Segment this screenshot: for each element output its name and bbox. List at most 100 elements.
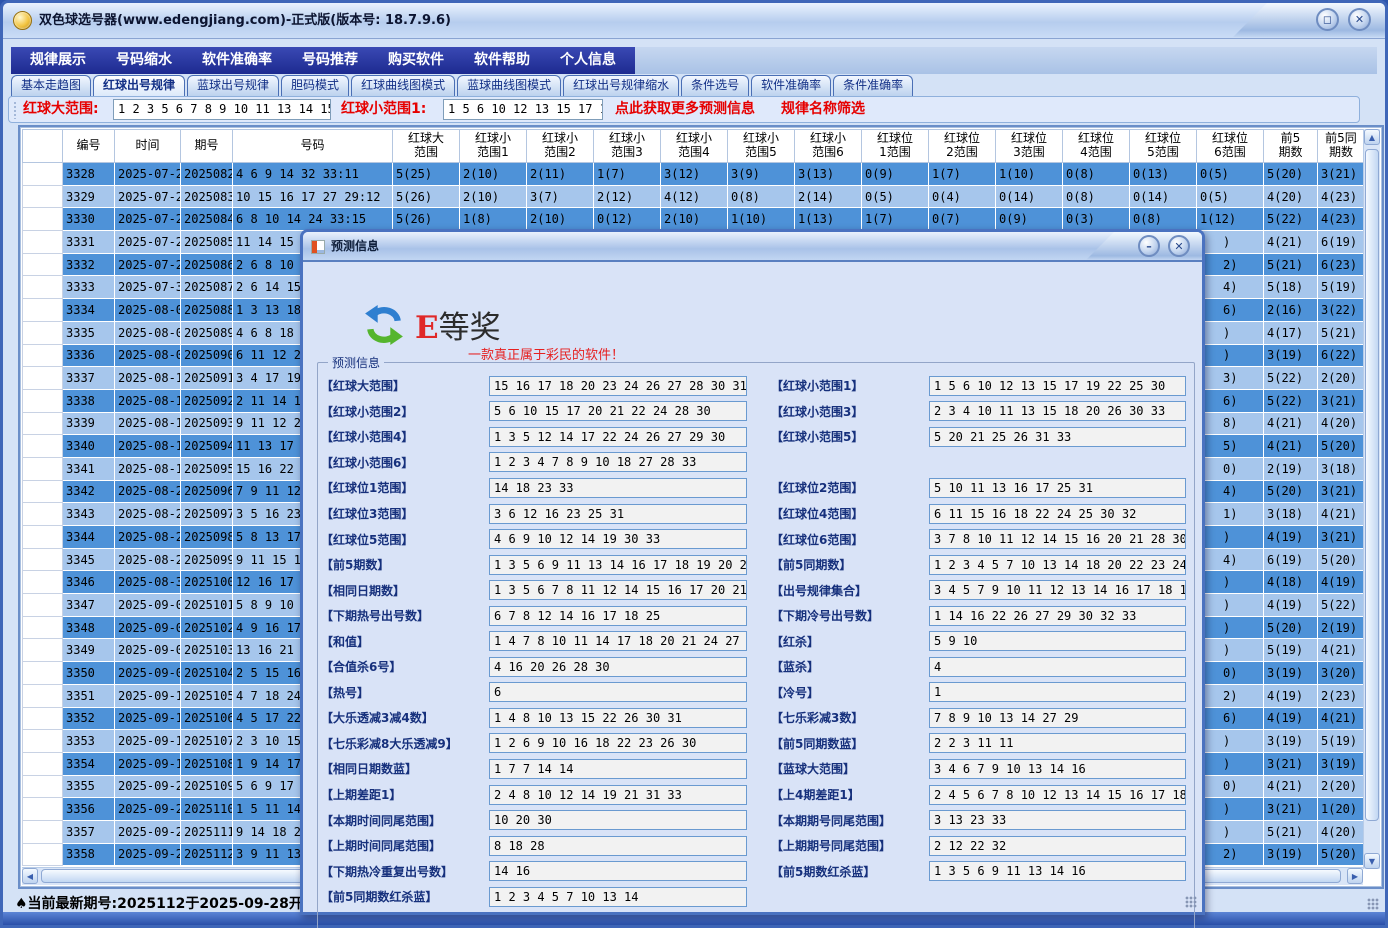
scroll-right-icon[interactable]: ▶ [1347,868,1363,884]
field-input-left[interactable]: 6 [489,682,747,702]
field-input-right[interactable]: 7 8 9 10 13 14 27 29 [929,708,1186,728]
menu-item-5[interactable]: 购买软件 [373,47,459,74]
field-input-right[interactable]: 5 20 21 25 26 31 33 [929,427,1186,447]
table-cell: 3(19) [1264,730,1318,753]
table-cell: 0(5) [862,185,929,208]
table-cell: 6(22) [1318,344,1365,367]
tab-7[interactable]: 红球出号规律缩水 [563,75,679,96]
field-row: 【上期时间同尾范围】8 18 28【上期期号同尾范围】2 12 22 32 [321,833,1191,859]
field-input-left[interactable]: 1 4 7 8 10 11 14 17 18 20 21 24 27 28 30… [489,631,747,651]
tab-2[interactable]: 红球出号规律 [93,75,185,96]
field-input-left[interactable]: 1 7 7 14 14 [489,759,747,779]
field-label-left: 【红球大范围】 [321,377,489,394]
table-cell: 5(26) [393,185,460,208]
field-input-right[interactable]: 3 4 5 7 9 10 11 12 13 14 16 17 18 19 20 … [929,580,1186,600]
toolbar-grip-icon[interactable] [13,101,17,119]
field-input-right[interactable]: 4 [929,657,1186,677]
field-input-left[interactable]: 2 4 8 10 12 14 19 21 31 33 [489,785,747,805]
field-input-right[interactable]: 5 9 10 [929,631,1186,651]
menu-item-6[interactable]: 软件帮助 [459,47,545,74]
maximize-button[interactable]: ◻ [1316,8,1339,31]
tab-8[interactable]: 条件选号 [681,75,749,96]
field-row: 【前5期数】1 3 5 6 9 11 13 14 16 17 18 19 20 … [321,552,1191,578]
tab-6[interactable]: 蓝球曲线图模式 [457,75,561,96]
field-input-left[interactable]: 1 4 8 10 13 15 22 26 30 31 [489,708,747,728]
table-cell: 1(7) [929,163,996,186]
row-selector-cell [23,367,63,390]
menu-item-1[interactable]: 规律展示 [15,47,101,74]
red-big-range-input[interactable]: 1 2 3 5 6 7 8 9 10 11 13 14 15 16 17 [113,99,331,120]
field-input-left[interactable]: 1 2 3 4 7 8 9 10 18 27 28 33 [489,452,747,472]
field-input-right[interactable]: 3 4 6 7 9 10 13 14 16 [929,759,1186,779]
scroll-left-icon[interactable]: ◀ [22,868,38,884]
field-input-right[interactable]: 1 2 3 4 5 7 10 13 14 18 20 22 23 24 25 2… [929,555,1186,575]
table-cell: 4(19) [1264,684,1318,707]
field-input-left[interactable]: 10 20 30 [489,810,747,830]
table-cell: 2025108 [181,752,233,775]
field-input-left[interactable]: 1 3 5 6 9 11 13 14 16 17 18 19 20 22 28 … [489,555,747,575]
field-input-right[interactable]: 1 14 16 22 26 27 29 30 32 33 [929,606,1186,626]
scroll-up-icon[interactable]: ▲ [1364,129,1380,145]
table-cell: 4(21) [1318,707,1365,730]
field-input-right[interactable]: 2 3 4 10 11 13 15 18 20 26 30 33 [929,401,1186,421]
menu-item-2[interactable]: 号码缩水 [101,47,187,74]
menu-item-4[interactable]: 号码推荐 [287,47,373,74]
dialog-resize-grip[interactable] [1185,896,1197,908]
vertical-scroll-thumb[interactable] [1365,149,1379,821]
tab-5[interactable]: 红球曲线图模式 [351,75,455,96]
menu-item-3[interactable]: 软件准确率 [187,47,287,74]
field-input-left[interactable]: 14 16 [489,861,747,881]
table-row[interactable]: 33282025-07-2020250824 6 9 14 32 33:115(… [23,163,1365,186]
field-input-left[interactable]: 15 16 17 18 20 23 24 26 27 28 30 31 32 3… [489,376,747,396]
field-input-left[interactable]: 5 6 10 15 17 20 21 22 24 28 30 [489,401,747,421]
field-input-left[interactable]: 4 16 20 26 28 30 [489,657,747,677]
tab-3[interactable]: 蓝球出号规律 [187,75,279,96]
field-input-right[interactable]: 3 7 8 10 11 12 14 15 16 20 21 28 30 [929,529,1186,549]
field-input-left[interactable]: 1 2 6 9 10 16 18 22 23 26 30 [489,733,747,753]
field-row: 【热号】6【冷号】1 [321,680,1191,706]
tab-1[interactable]: 基本走趋图 [11,75,91,96]
field-input-right[interactable]: 5 10 11 13 16 17 25 31 [929,478,1186,498]
field-input-right[interactable]: 2 12 22 32 [929,836,1186,856]
field-input-right[interactable]: 1 3 5 6 9 11 13 14 16 [929,861,1186,881]
field-input-left[interactable]: 1 3 5 12 14 17 22 24 26 27 29 30 [489,427,747,447]
vertical-scrollbar[interactable]: ▲ ▼ [1363,129,1380,869]
tab-10[interactable]: 条件准确率 [833,75,913,96]
row-selector-cell [23,684,63,707]
field-input-right[interactable]: 1 5 6 10 12 13 15 17 19 22 25 30 [929,376,1186,396]
field-row: 【大乐透减3减4数】1 4 8 10 13 15 22 26 30 31【七乐彩… [321,705,1191,731]
dialog-close-button[interactable]: ✕ [1168,235,1190,257]
column-header: 红球位 3范围 [996,130,1063,163]
red-small-range1-input[interactable]: 1 5 6 10 12 13 15 17 19 22 [443,99,603,120]
field-input-left[interactable]: 6 7 8 12 14 16 17 18 25 [489,606,747,626]
close-button[interactable]: ✕ [1348,8,1371,31]
table-cell: 3(18) [1318,457,1365,480]
dialog-minimize-button[interactable]: – [1138,235,1160,257]
table-row[interactable]: 33292025-07-22202508310 15 16 17 27 29:1… [23,185,1365,208]
menu-strip: 规律展示号码缩水软件准确率号码推荐购买软件软件帮助个人信息 [11,47,635,74]
field-input-right[interactable]: 2 2 3 11 11 [929,733,1186,753]
table-cell: 2025-08-05 [115,321,181,344]
scroll-down-icon[interactable]: ▼ [1364,853,1380,869]
field-input-left[interactable]: 14 18 23 33 [489,478,747,498]
field-input-left[interactable]: 3 6 12 16 23 25 31 [489,504,747,524]
field-input-right[interactable]: 6 11 15 16 18 22 24 25 30 32 [929,504,1186,524]
menu-item-7[interactable]: 个人信息 [545,47,631,74]
field-input-right[interactable]: 3 13 23 33 [929,810,1186,830]
table-cell: ) [1197,571,1264,594]
table-row[interactable]: 33302025-07-2420250846 8 10 14 24 33:155… [23,208,1365,231]
field-input-left[interactable]: 8 18 28 [489,836,747,856]
rule-name-filter-link[interactable]: 规律名称筛选 [781,97,865,122]
field-input-left[interactable]: 1 3 5 6 7 8 11 12 14 15 16 17 20 21 24 2… [489,580,747,600]
more-prediction-link[interactable]: 点此获取更多预测信息 [615,97,755,122]
tab-9[interactable]: 软件准确率 [751,75,831,96]
field-input-right[interactable]: 1 [929,682,1186,702]
table-cell: 4(19) [1264,707,1318,730]
field-label-left: 【红球位1范围】 [321,479,489,496]
field-input-left[interactable]: 1 2 3 4 5 7 10 13 14 [489,887,747,907]
field-input-right[interactable]: 2 4 5 6 7 8 10 12 13 14 15 16 17 18 19 2… [929,785,1186,805]
window-resize-grip[interactable] [1367,898,1379,910]
field-input-left[interactable]: 4 6 9 10 12 14 19 30 33 [489,529,747,549]
table-cell: 4(18) [1264,571,1318,594]
tab-4[interactable]: 胆码模式 [281,75,349,96]
